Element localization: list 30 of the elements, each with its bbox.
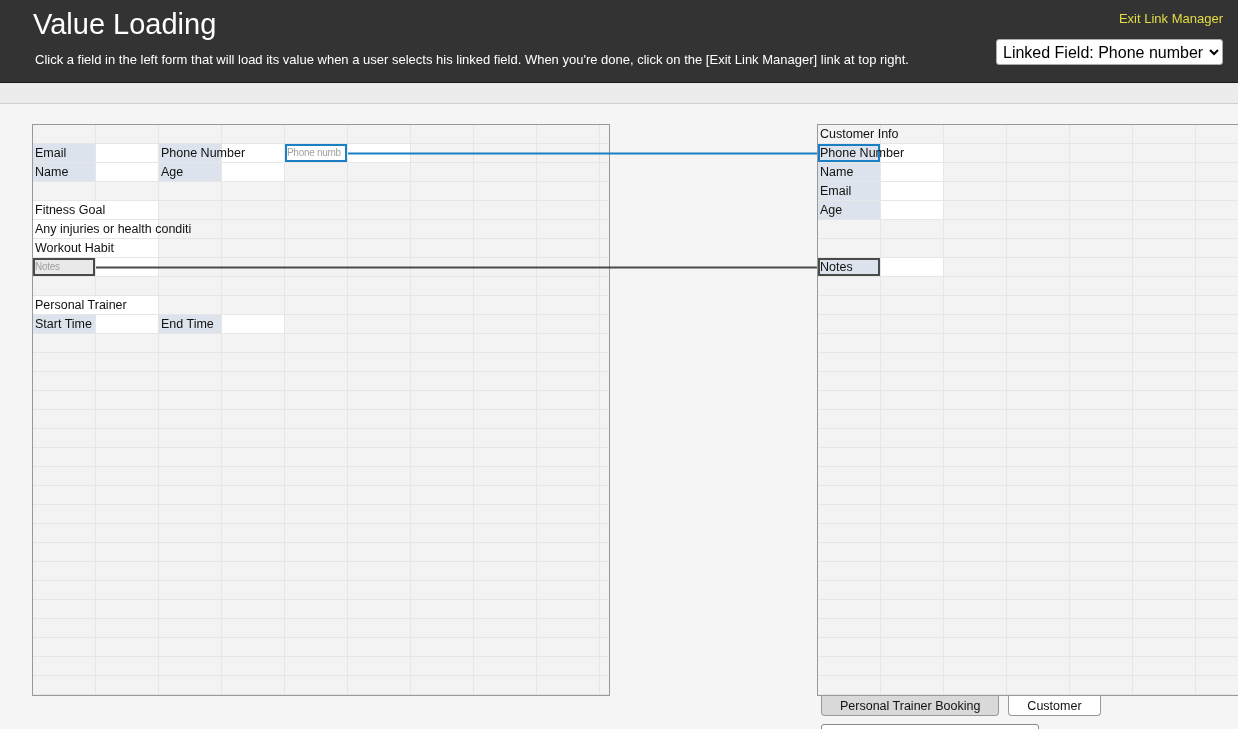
linked-field-dropdown[interactable]: Linked Field: Phone number <box>996 39 1223 65</box>
field-label: Phone Number <box>161 146 246 160</box>
field-label: Name <box>820 165 854 179</box>
field-label: Email <box>35 146 67 160</box>
input-field[interactable] <box>881 182 943 200</box>
field-label: Personal Trainer <box>35 297 127 314</box>
input-field[interactable] <box>96 163 158 181</box>
page-title: Value Loading <box>33 7 218 41</box>
input-field[interactable] <box>96 144 158 162</box>
input-field[interactable] <box>222 163 284 181</box>
sheet-tab[interactable]: Personal Trainer Booking <box>821 696 1000 716</box>
instruction-text: Click a field in the left form that will load its value when a user selects his linked field. When you're done, click on the [Exit Link Manager] link at top right. <box>35 52 909 68</box>
input-field[interactable] <box>881 163 943 181</box>
field-label: Fitness Goal <box>35 202 106 219</box>
input-field[interactable] <box>881 201 943 219</box>
sheet-tab[interactable]: Customer <box>1008 696 1101 716</box>
input-field[interactable] <box>96 315 158 333</box>
field-label: Start Time <box>35 317 92 331</box>
input-field[interactable] <box>222 315 284 333</box>
section-heading: Customer Info <box>820 126 899 143</box>
field-label: Age <box>820 203 843 217</box>
exit-link[interactable]: Exit Link Manager <box>1118 11 1223 26</box>
field-label: End Time <box>161 317 214 331</box>
field-label: Age <box>161 165 184 179</box>
field-label: Email <box>820 184 852 198</box>
field-label: Workout Habit <box>35 240 114 257</box>
input-field[interactable] <box>881 258 943 276</box>
field-label: Notes <box>820 260 853 274</box>
field-label: Any injuries or health conditi <box>35 221 192 238</box>
field-label: Name <box>35 165 69 179</box>
